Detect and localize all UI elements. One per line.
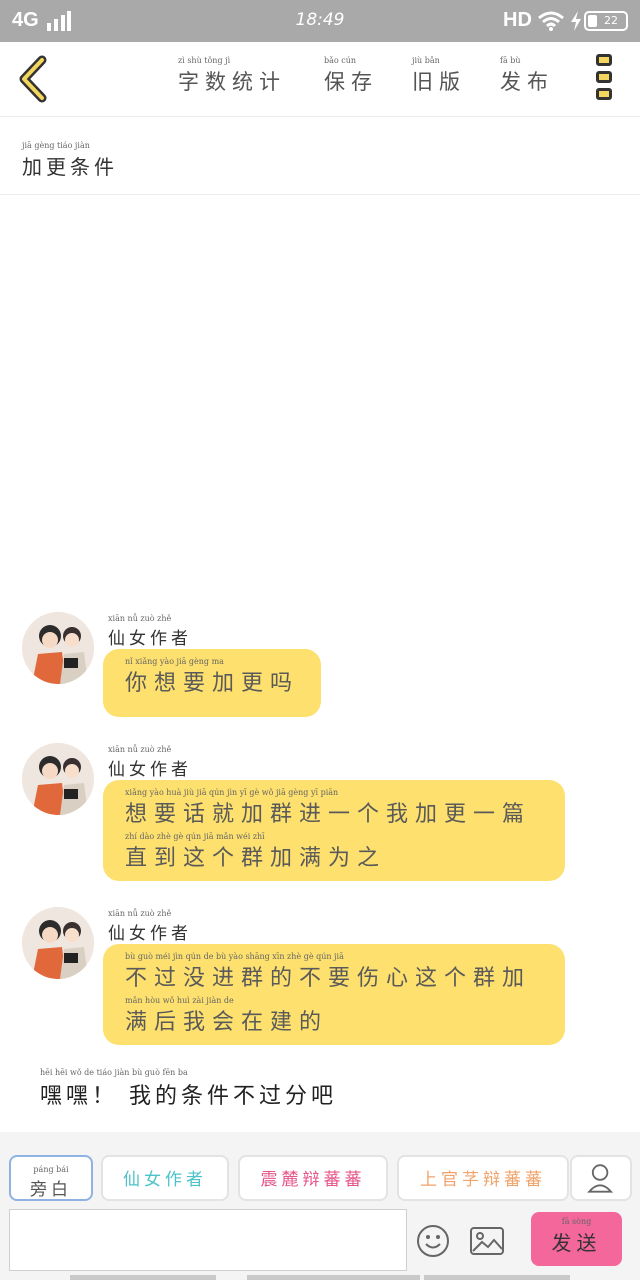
- message-bubble[interactable]: xiǎng yào huà jiù jiā qún jìn yī gè wǒ j…: [103, 780, 565, 881]
- sender-pinyin: xiān nǚ zuò zhě: [108, 745, 172, 754]
- message-line: mǎn hòu wǒ huì zài jiàn de 满后我会在建的: [125, 996, 543, 1040]
- send-label: 发送: [551, 1231, 602, 1255]
- editor-header: zì shù tǒng jì 字数统计 bǎo cún 保存 jiù bǎn 旧…: [0, 42, 640, 117]
- message-line-text: 想要话就加群进一个我加更一篇: [125, 802, 532, 827]
- person-icon: [587, 1164, 614, 1193]
- message-line-pinyin: nǐ xiǎng yào jiā gèng ma: [125, 657, 224, 666]
- narration-pinyin: hēi hēi wǒ de tiáo jiàn bù guò fēn ba: [40, 1068, 188, 1077]
- sender-label: 仙女作者: [108, 924, 192, 944]
- publish-label: 发布: [500, 70, 554, 94]
- role-pinyin: páng bái: [33, 1165, 69, 1174]
- message-line-pinyin: zhí dào zhè gè qún jiā mǎn wéi zhī: [125, 832, 265, 841]
- save-label: 保存: [324, 70, 378, 94]
- word-count-button[interactable]: zì shù tǒng jì 字数统计: [178, 56, 286, 96]
- battery-level: 22: [604, 14, 618, 27]
- message-line: xiǎng yào huà jiù jiā qún jìn yī gè wǒ j…: [125, 788, 543, 832]
- battery-icon: 22: [584, 11, 628, 31]
- avatar: [22, 907, 94, 979]
- message-line: zhí dào zhè gè qún jiā mǎn wéi zhī 直到这个群…: [125, 832, 543, 876]
- message-bubble[interactable]: bù guò méi jìn qún de bù yào shāng xīn z…: [103, 944, 565, 1045]
- word-count-pinyin: zì shù tǒng jì: [178, 56, 231, 65]
- publish-button[interactable]: fā bù 发布: [500, 56, 554, 96]
- role-character-tab[interactable]: 震麓辩蕃蕃: [238, 1155, 388, 1201]
- narration-text[interactable]: hēi hēi wǒ de tiáo jiàn bù guò fēn ba 嘿嘿…: [40, 1068, 337, 1110]
- nav-strip: [424, 1275, 570, 1280]
- sender-name: xiān nǚ zuò zhě 仙女作者: [108, 745, 192, 780]
- message-line-pinyin: xiǎng yào huà jiù jiā qún jìn yī gè wǒ j…: [125, 788, 339, 797]
- charging-icon: [571, 11, 581, 31]
- role-label: 旁白: [30, 1180, 72, 1200]
- old-version-button[interactable]: jiù bǎn 旧版: [412, 56, 466, 96]
- role-narrator-tab[interactable]: páng bái 旁白: [9, 1155, 93, 1201]
- old-version-pinyin: jiù bǎn: [412, 56, 440, 65]
- message-line-text: 不过没进群的不要伤心这个群加: [125, 966, 532, 991]
- sender-pinyin: xiān nǚ zuò zhě: [108, 614, 172, 623]
- add-role-button[interactable]: [570, 1155, 632, 1201]
- message-bubble[interactable]: nǐ xiǎng yào jiā gèng ma 你想要加更吗: [103, 649, 322, 717]
- role-label: 震麓辩蕃蕃: [260, 1170, 366, 1190]
- word-count-label: 字数统计: [178, 70, 286, 94]
- story-title-row[interactable]: jiā gèng tiáo jiàn 加更条件: [0, 117, 640, 195]
- more-options-icon[interactable]: [596, 54, 614, 104]
- message-line: bù guò méi jìn qún de bù yào shāng xīn z…: [125, 952, 543, 996]
- message-line-pinyin: mǎn hòu wǒ huì zài jiàn de: [125, 996, 234, 1005]
- message-input[interactable]: [9, 1209, 407, 1271]
- sender-pinyin: xiān nǚ zuò zhě: [108, 909, 172, 918]
- sender-label: 仙女作者: [108, 760, 192, 780]
- status-bar: 4G 18:49 HD 22: [0, 0, 640, 42]
- nav-strip: [70, 1275, 216, 1280]
- message-line-text: 满后我会在建的: [125, 1010, 329, 1035]
- message-line-text: 你想要加更吗: [125, 671, 300, 696]
- role-character-tab[interactable]: 上官芓辩蕃蕃: [397, 1155, 569, 1201]
- save-button[interactable]: bǎo cún 保存: [324, 56, 378, 96]
- story-title-text: 加更条件: [22, 155, 118, 179]
- sender-name: xiān nǚ zuò zhě 仙女作者: [108, 614, 192, 649]
- sender-label: 仙女作者: [108, 629, 192, 649]
- story-title[interactable]: jiā gèng tiáo jiàn 加更条件: [22, 141, 118, 180]
- nav-strip: [247, 1275, 420, 1280]
- back-icon[interactable]: [14, 54, 54, 104]
- emoji-icon[interactable]: [416, 1224, 450, 1258]
- old-version-label: 旧版: [412, 70, 466, 94]
- message-line-text: 直到这个群加满为之: [125, 846, 387, 871]
- story-title-pinyin: jiā gèng tiáo jiàn: [22, 141, 90, 150]
- save-pinyin: bǎo cún: [324, 56, 357, 65]
- role-author-tab[interactable]: 仙女作者: [101, 1155, 229, 1201]
- send-pinyin: fā sòng: [561, 1217, 592, 1226]
- role-label: 仙女作者: [123, 1170, 207, 1190]
- avatar: [22, 743, 94, 815]
- message-line: nǐ xiǎng yào jiā gèng ma 你想要加更吗: [125, 657, 299, 701]
- narration-label: 嘿嘿！ 我的条件不过分吧: [40, 1084, 337, 1109]
- wifi-icon: [538, 11, 564, 31]
- avatar: [22, 612, 94, 684]
- send-button[interactable]: fā sòng 发送: [531, 1212, 622, 1266]
- image-icon[interactable]: [469, 1226, 505, 1256]
- hd-indicator: HD: [503, 9, 532, 31]
- role-label: 上官芓辩蕃蕃: [420, 1170, 546, 1190]
- message-line-pinyin: bù guò méi jìn qún de bù yào shāng xīn z…: [125, 952, 344, 961]
- sender-name: xiān nǚ zuò zhě 仙女作者: [108, 909, 192, 944]
- publish-pinyin: fā bù: [500, 56, 521, 65]
